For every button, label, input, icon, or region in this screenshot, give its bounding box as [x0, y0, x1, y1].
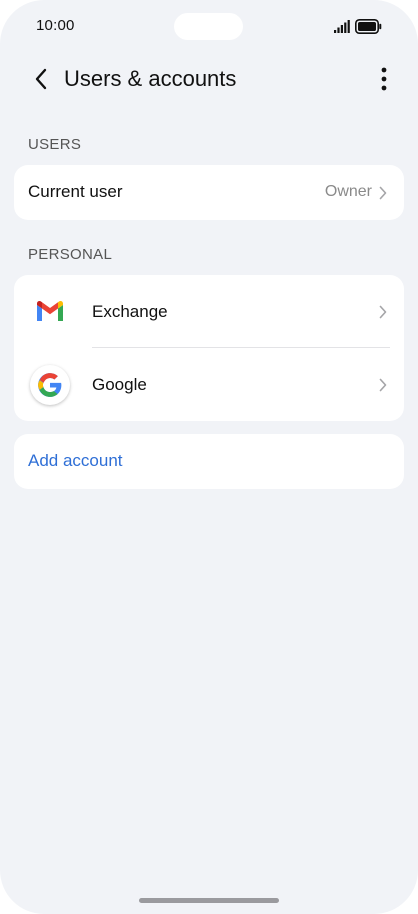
current-user-label: Current user	[28, 182, 123, 201]
current-user-value: Owner	[324, 183, 372, 200]
account-name-google: Google	[92, 375, 147, 394]
users-card: Current user Owner	[14, 165, 404, 220]
more-vertical-icon	[381, 67, 387, 91]
accounts-card: Exchange Google	[14, 275, 404, 421]
section-label-users: USERS	[28, 136, 82, 153]
page-title: Users & accounts	[64, 66, 237, 91]
account-row-google[interactable]: Google	[14, 348, 404, 421]
status-bar: 10:00	[0, 0, 418, 54]
back-button[interactable]	[26, 64, 56, 94]
account-row-exchange[interactable]: Exchange	[14, 275, 404, 348]
add-account-label: Add account	[28, 451, 123, 470]
chevron-right-icon	[379, 378, 387, 392]
current-user-row[interactable]: Current user Owner	[14, 165, 404, 220]
signal-icon	[334, 20, 350, 33]
home-indicator[interactable]	[139, 898, 279, 903]
app-header: Users & accounts	[0, 56, 418, 102]
status-time: 10:00	[36, 17, 75, 34]
phone-screen: 10:00 Users & accounts USERS Current use…	[0, 0, 418, 914]
add-account-card: Add account	[14, 434, 404, 489]
chevron-right-icon	[379, 305, 387, 319]
chevron-left-icon	[35, 68, 47, 90]
gmail-icon	[30, 291, 70, 331]
battery-icon	[355, 19, 382, 34]
account-name-exchange: Exchange	[92, 302, 168, 321]
google-icon	[30, 365, 70, 405]
camera-cutout	[174, 13, 243, 40]
chevron-right-icon	[379, 186, 387, 200]
more-options-button[interactable]	[372, 64, 396, 94]
add-account-button[interactable]: Add account	[14, 434, 404, 489]
section-label-personal: PERSONAL	[28, 246, 113, 263]
